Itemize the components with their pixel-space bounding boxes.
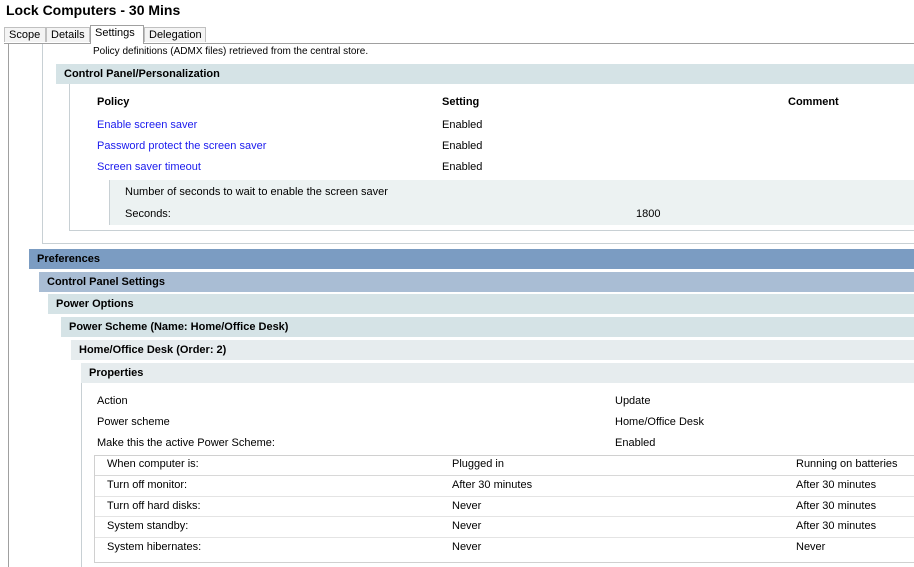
table-cell: After 30 minutes — [796, 500, 877, 512]
tab-settings[interactable]: Settings — [90, 25, 144, 44]
divider — [95, 537, 914, 538]
seconds-label: Seconds: — [125, 208, 171, 220]
column-policy: Policy — [97, 96, 130, 108]
divider — [95, 496, 914, 497]
column-setting: Setting — [442, 96, 480, 108]
divider — [95, 516, 914, 517]
window-title: Lock Computers - 30 Mins — [6, 2, 181, 18]
prop-value: Update — [615, 395, 651, 407]
section-header-power-options[interactable]: Power Options — [48, 294, 914, 314]
tab-details[interactable]: Details — [46, 27, 90, 42]
section-header-properties[interactable]: Properties — [81, 363, 914, 383]
table-cell: Never — [452, 520, 482, 532]
section-header-scheme-item[interactable]: Home/Office Desk (Order: 2) — [71, 340, 914, 360]
section-header-control-panel-settings[interactable]: Control Panel Settings — [39, 272, 914, 292]
prop-label: Make this the active Power Scheme: — [97, 437, 275, 449]
admx-note: Policy definitions (ADMX files) retrieve… — [93, 46, 369, 57]
policy-setting: Enabled — [442, 140, 483, 152]
prop-label: Power scheme — [97, 416, 170, 428]
table-cell: After 30 minutes — [452, 479, 533, 491]
table-cell: After 30 minutes — [796, 479, 877, 491]
section-header-preferences[interactable]: Preferences — [29, 249, 914, 269]
tab-scope[interactable]: Scope — [4, 27, 46, 42]
table-header-cell: When computer is: — [107, 458, 199, 470]
table-cell: Turn off monitor: — [107, 479, 188, 491]
table-header-cell: Plugged in — [452, 458, 504, 470]
prop-label: Action — [97, 395, 128, 407]
policy-link-enable-screen-saver[interactable]: Enable screen saver — [97, 119, 197, 131]
policy-setting: Enabled — [442, 119, 483, 131]
table-cell: Never — [796, 541, 826, 553]
tab-bar: Scope Details Settings Delegation — [4, 25, 914, 44]
column-comment: Comment — [788, 96, 839, 108]
table-header-cell: Running on batteries — [796, 458, 898, 470]
table-cell: Never — [452, 500, 482, 512]
settings-report[interactable]: Policy definitions (ADMX files) retrieve… — [8, 44, 914, 567]
seconds-value: 1800 — [636, 208, 661, 220]
section-header-power-scheme[interactable]: Power Scheme (Name: Home/Office Desk) — [61, 317, 914, 337]
table-cell: Turn off hard disks: — [107, 500, 201, 512]
prop-value: Home/Office Desk — [615, 416, 705, 428]
policy-link-screen-saver-timeout[interactable]: Screen saver timeout — [97, 161, 201, 173]
prop-value: Enabled — [615, 437, 656, 449]
table-cell: System standby: — [107, 520, 189, 532]
table-cell: Never — [452, 541, 482, 553]
table-cell: System hibernates: — [107, 541, 202, 553]
section-header-personalization[interactable]: Control Panel/Personalization — [56, 64, 914, 84]
policy-setting: Enabled — [442, 161, 483, 173]
divider — [95, 475, 914, 476]
power-settings-table — [94, 455, 914, 563]
table-cell: After 30 minutes — [796, 520, 877, 532]
tab-delegation[interactable]: Delegation — [144, 27, 206, 42]
policy-link-password-protect[interactable]: Password protect the screen saver — [97, 140, 266, 152]
timeout-description: Number of seconds to wait to enable the … — [125, 186, 388, 198]
